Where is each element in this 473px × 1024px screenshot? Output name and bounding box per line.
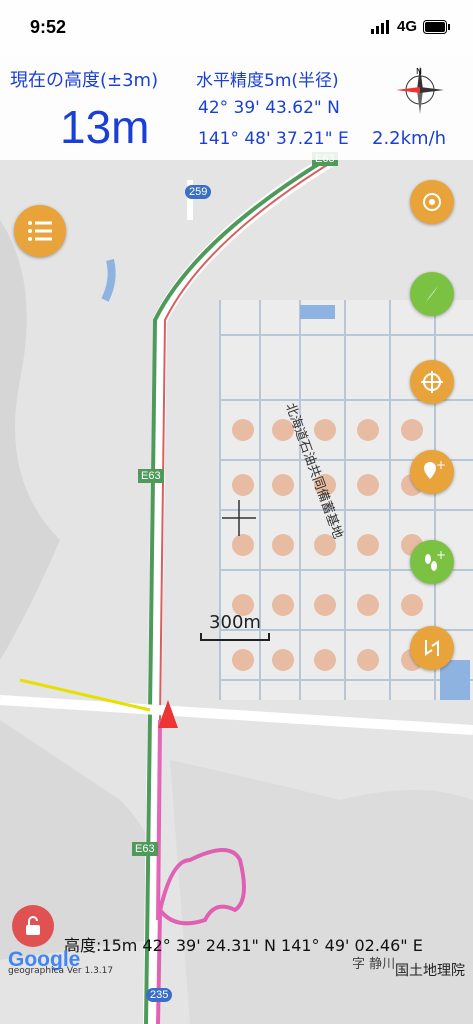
- latitude-value: 42° 39' 43.62" N: [198, 98, 340, 118]
- place-label: 字 静川: [352, 957, 396, 972]
- accuracy-label: 水平精度5m(半径): [196, 71, 339, 91]
- add-footprints-icon: +: [425, 549, 445, 571]
- road-shield: 259: [185, 185, 212, 199]
- road-shield: 235: [146, 988, 173, 1002]
- longitude-value: 141° 48' 37.21" E: [198, 129, 349, 149]
- altitude-label: 現在の高度(±3m): [10, 70, 159, 91]
- add-track-button[interactable]: +: [410, 540, 454, 584]
- map-view[interactable]: [0, 160, 473, 1024]
- version-label: geographica Ver 1.3.17: [8, 966, 114, 976]
- svg-text:N: N: [416, 67, 422, 76]
- network-label: 4G: [396, 18, 417, 35]
- status-time: 9:52: [30, 17, 67, 37]
- map-scale: 300m: [200, 612, 270, 641]
- svg-text:+: +: [436, 549, 445, 562]
- scale-label: 300m: [209, 612, 261, 633]
- speed-value: 2.2km/h: [372, 128, 447, 149]
- compass-rose-icon: N: [396, 66, 444, 114]
- compass-icon: [426, 286, 438, 302]
- scale-bar: [200, 633, 270, 641]
- lock-button[interactable]: [12, 905, 54, 947]
- menu-button[interactable]: [14, 205, 66, 257]
- add-pin-icon: +: [424, 459, 445, 479]
- route-icon: [425, 640, 439, 656]
- status-bar: 9:52 4G: [0, 0, 473, 56]
- menu-icon: [28, 221, 52, 241]
- target-icon: [421, 371, 443, 393]
- gps-info-panel: 現在の高度(±3m) 13m 水平精度5m(半径) 42° 39' 43.62"…: [0, 56, 473, 160]
- attribution-label: 国土地理院: [395, 963, 465, 979]
- unlock-icon: [26, 916, 40, 935]
- road-shield: E63: [132, 842, 158, 856]
- battery-icon: [423, 19, 450, 34]
- add-pin-button[interactable]: +: [410, 450, 454, 494]
- svg-text:+: +: [436, 459, 445, 472]
- status-indicators: 4G: [370, 18, 451, 35]
- compass-button[interactable]: [410, 272, 454, 316]
- layers-icon: [423, 193, 441, 211]
- altitude-value: 13m: [60, 101, 150, 153]
- road-shield: E63: [138, 469, 164, 483]
- signal-icon: [370, 19, 389, 34]
- target-button[interactable]: [410, 360, 454, 404]
- layers-button[interactable]: [410, 180, 454, 224]
- route-button[interactable]: [410, 626, 454, 670]
